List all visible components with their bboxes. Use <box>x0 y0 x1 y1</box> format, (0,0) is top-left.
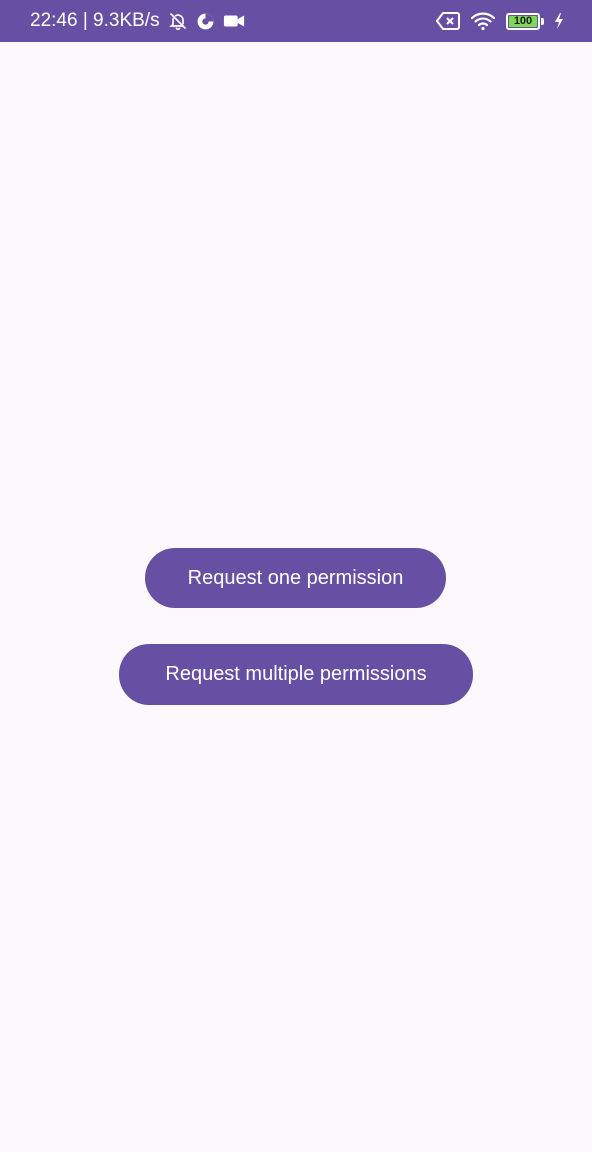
status-bar-right: 100 <box>436 11 564 31</box>
battery-level-text: 100 <box>513 14 533 27</box>
clock-and-speed: 22:46 | 9.3KB/s <box>30 10 160 31</box>
status-bar-left: 22:46 | 9.3KB/s <box>30 10 245 32</box>
app-screen: 22:46 | 9.3KB/s 100 Request one permissi… <box>0 0 592 1152</box>
battery-body: 100 <box>506 12 540 30</box>
wifi-icon <box>470 11 496 31</box>
notifications-off-icon <box>168 11 188 31</box>
request-multiple-permissions-button[interactable]: Request multiple permissions <box>119 644 473 705</box>
battery-icon: 100 <box>506 12 540 30</box>
data-saver-icon <box>196 12 215 31</box>
video-camera-icon <box>223 13 245 29</box>
charging-bolt-icon <box>554 13 564 29</box>
request-one-permission-button[interactable]: Request one permission <box>145 548 446 608</box>
battery-cap <box>541 17 544 25</box>
sim-error-icon <box>436 12 460 30</box>
status-bar: 22:46 | 9.3KB/s 100 <box>0 0 592 42</box>
